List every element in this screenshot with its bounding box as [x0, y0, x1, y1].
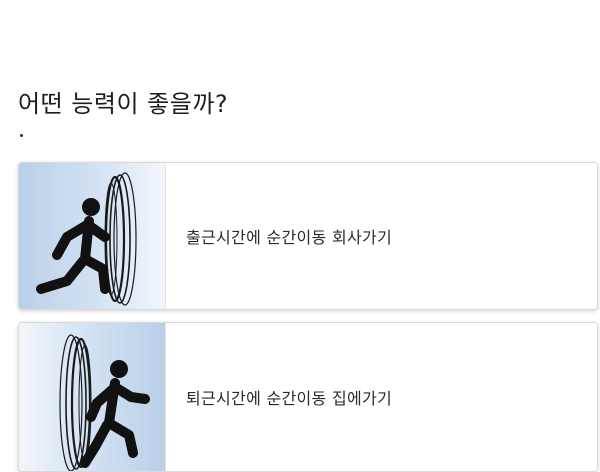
- option-home-teleport[interactable]: 퇴근시간에 순간이동 집에가기: [18, 322, 598, 472]
- option-label: 퇴근시간에 순간이동 집에가기: [186, 389, 393, 408]
- running-out-of-portal-icon: [59, 334, 150, 471]
- option-label: 출근시간에 순간이동 회사가기: [186, 228, 393, 247]
- option-thumbnail: [19, 163, 166, 309]
- option-commute-teleport[interactable]: 출근시간에 순간이동 회사가기: [18, 162, 598, 310]
- divider-dot: [20, 134, 23, 137]
- question-title: 어떤 능력이 좋을까?: [18, 90, 229, 118]
- option-thumbnail: [19, 323, 166, 471]
- running-into-portal-icon: [36, 172, 137, 306]
